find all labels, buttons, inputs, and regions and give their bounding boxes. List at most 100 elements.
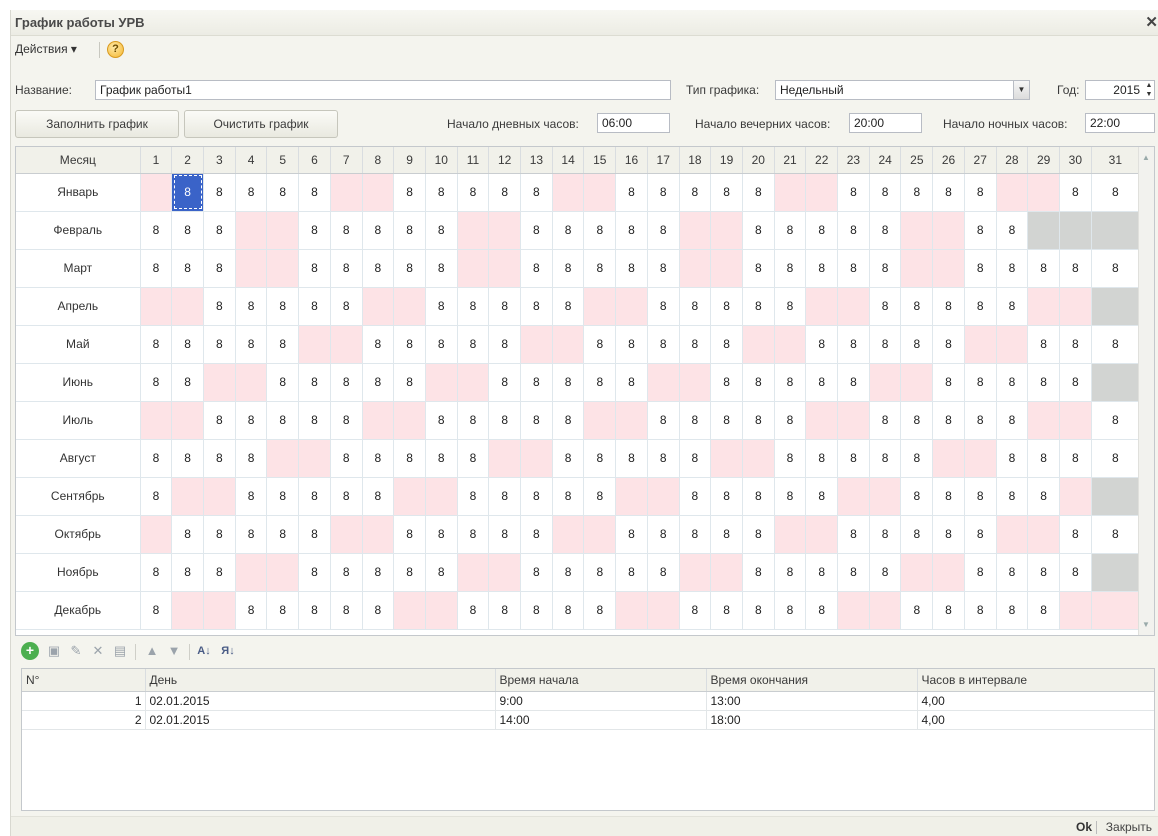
day-cell[interactable]: 8 (615, 439, 648, 478)
day-cell[interactable]: 8 (298, 591, 331, 630)
calendar-scrollbar[interactable]: ▲ ▼ (1138, 147, 1154, 635)
day-cell[interactable] (140, 287, 173, 326)
day-cell[interactable]: 8 (1059, 553, 1092, 592)
day-cell[interactable]: 8 (457, 401, 490, 440)
day-cell[interactable] (425, 591, 458, 630)
day-cell[interactable]: 8 (647, 401, 680, 440)
day-cell[interactable]: 8 (996, 249, 1029, 288)
day-cell[interactable] (425, 477, 458, 516)
day-cell[interactable]: 8 (552, 477, 585, 516)
day-cell[interactable] (1091, 287, 1141, 326)
day-cell[interactable]: 8 (710, 515, 743, 554)
day-cell[interactable] (583, 515, 617, 554)
day-cell[interactable]: 8 (520, 553, 553, 592)
day-cell[interactable] (583, 287, 617, 326)
day-cell[interactable]: 8 (742, 553, 775, 592)
day-cell[interactable]: 8 (679, 401, 712, 440)
day-cell[interactable] (235, 553, 268, 592)
day-cell[interactable]: 8 (140, 249, 173, 288)
move-down-icon[interactable]: ▼ (165, 642, 183, 660)
day-cell[interactable] (488, 439, 522, 478)
day-cell[interactable]: 8 (330, 591, 363, 630)
day-cell[interactable] (805, 173, 839, 212)
day-cell[interactable]: 8 (171, 515, 204, 554)
day-cell[interactable]: 8 (393, 553, 426, 592)
day-cell[interactable]: 8 (425, 439, 458, 478)
day-cell[interactable]: 8 (235, 477, 268, 516)
day-cell[interactable]: 8 (837, 211, 870, 250)
day-cell[interactable]: 8 (393, 249, 426, 288)
day-cell[interactable]: 8 (583, 591, 617, 630)
evening-start-input[interactable]: 20:00 (849, 113, 922, 133)
day-cell[interactable]: 8 (488, 401, 522, 440)
intervals-column-header[interactable]: Часов в интервале (917, 669, 1154, 692)
day-cell[interactable]: 8 (266, 173, 300, 212)
day-cell[interactable]: 8 (805, 325, 839, 364)
day-cell[interactable] (742, 439, 775, 478)
day-cell[interactable]: 8 (647, 249, 680, 288)
day-cell[interactable] (1059, 477, 1092, 516)
day-cell[interactable]: 8 (362, 363, 395, 402)
day-cell[interactable]: 8 (203, 211, 236, 250)
day-cell[interactable]: 8 (362, 249, 395, 288)
day-cell[interactable]: 8 (488, 591, 522, 630)
day-cell[interactable]: 8 (900, 173, 934, 212)
day-cell[interactable] (362, 287, 395, 326)
day-cell[interactable]: 8 (996, 477, 1029, 516)
day-cell[interactable]: 8 (203, 515, 236, 554)
day-cell[interactable]: 8 (647, 515, 680, 554)
scroll-up-icon[interactable]: ▲ (1142, 153, 1150, 162)
day-cell[interactable]: 8 (805, 553, 839, 592)
day-cell[interactable]: 8 (362, 477, 395, 516)
day-cell[interactable] (393, 287, 426, 326)
day-cell[interactable]: 8 (774, 249, 807, 288)
day-cell[interactable]: 8 (362, 211, 395, 250)
day-cell[interactable]: 8 (171, 249, 204, 288)
day-cell[interactable] (837, 591, 870, 630)
day-cell[interactable]: 8 (932, 591, 965, 630)
day-cell[interactable] (457, 249, 490, 288)
day-cell[interactable] (203, 477, 236, 516)
day-cell[interactable]: 8 (742, 477, 775, 516)
day-cell[interactable]: 8 (425, 325, 458, 364)
day-cell[interactable]: 8 (837, 439, 870, 478)
day-cell[interactable]: 8 (996, 287, 1029, 326)
day-cell[interactable]: 8 (330, 363, 363, 402)
day-cell[interactable]: 8 (488, 363, 522, 402)
day-cell[interactable]: 8 (583, 363, 617, 402)
day-cell[interactable] (393, 591, 426, 630)
day-cell[interactable]: 8 (457, 477, 490, 516)
day-cell[interactable]: 8 (1027, 249, 1060, 288)
day-cell[interactable]: 8 (140, 363, 173, 402)
day-cell[interactable] (1059, 287, 1092, 326)
day-cell[interactable]: 8 (710, 401, 743, 440)
day-cell[interactable]: 8 (362, 325, 395, 364)
day-cell[interactable]: 8 (964, 363, 997, 402)
day-cell[interactable] (615, 287, 648, 326)
day-cell[interactable] (520, 439, 553, 478)
name-input[interactable]: График работы1 (95, 80, 671, 100)
day-cell[interactable]: 8 (679, 477, 712, 516)
day-cell[interactable]: 8 (393, 439, 426, 478)
table-row[interactable]: 2 02.01.2015 14:00 18:00 4,00 (22, 710, 1154, 730)
day-cell[interactable]: 8 (520, 363, 553, 402)
day-cell[interactable]: 8 (869, 439, 902, 478)
day-cell[interactable]: 8 (140, 553, 173, 592)
day-cell[interactable]: 8 (266, 363, 300, 402)
day-cell[interactable]: 8 (362, 553, 395, 592)
day-cell[interactable]: 8 (203, 325, 236, 364)
day-cell[interactable]: 8 (742, 515, 775, 554)
day-cell[interactable]: 8 (520, 515, 553, 554)
day-cell[interactable] (710, 211, 743, 250)
day-cell[interactable]: 8 (171, 553, 204, 592)
day-cell[interactable] (457, 553, 490, 592)
day-cell[interactable] (1091, 211, 1141, 250)
day-cell[interactable]: 8 (266, 515, 300, 554)
day-cell[interactable]: 8 (140, 591, 173, 630)
day-cell[interactable]: 8 (615, 249, 648, 288)
day-cell[interactable]: 8 (774, 553, 807, 592)
day-cell[interactable]: 8 (266, 325, 300, 364)
sort-desc-icon[interactable]: Я↓ (219, 642, 237, 660)
day-cell[interactable]: 8 (647, 553, 680, 592)
day-cell[interactable]: 8 (235, 439, 268, 478)
